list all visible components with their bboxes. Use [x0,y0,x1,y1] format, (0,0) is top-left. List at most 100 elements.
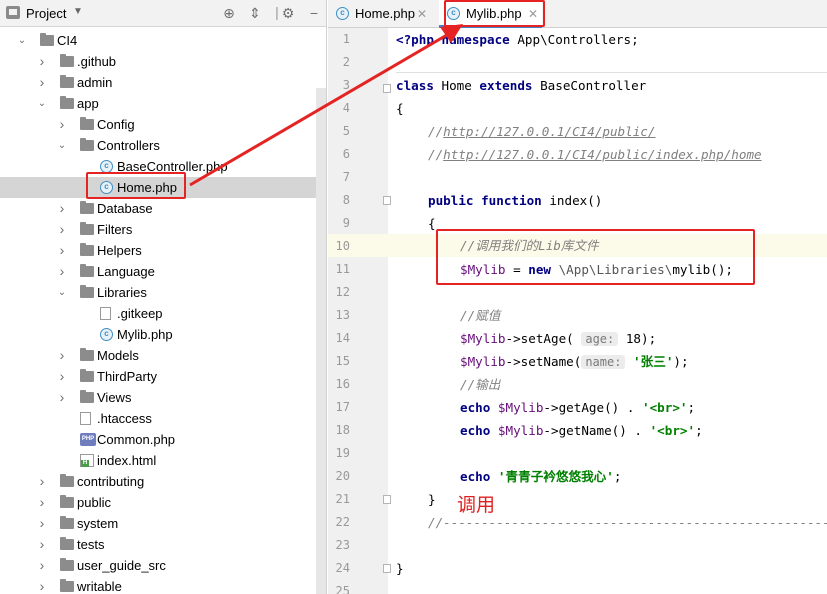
tree-item-models[interactable]: › Models [0,345,316,366]
gear-icon[interactable]: ⚙ [279,4,297,22]
tree-item-mylib-php[interactable]: c Mylib.php [0,324,316,345]
line-number: 13 [335,308,350,322]
folder-icon [40,33,54,46]
tree-item-database[interactable]: › Database [0,198,316,219]
line-number: 24 [335,561,350,575]
tree-item-htaccess[interactable]: .htaccess [0,408,316,429]
tree-item-gitkeep[interactable]: .gitkeep [0,303,316,324]
tree-item-ci4[interactable]: ⌄ CI4 [0,30,316,51]
tree-item-label: admin [77,75,113,90]
chevron-down-icon[interactable]: ⌄ [56,135,68,156]
code-line-14: $Mylib->setAge( age: 18); [460,331,657,346]
tree-item-thirdparty[interactable]: › ThirdParty [0,366,316,387]
tree-item-label: Helpers [97,243,142,258]
tree-item-label: public [77,495,111,510]
chevron-right-icon[interactable]: › [56,198,68,219]
chevron-right-icon[interactable]: › [36,534,48,555]
tree-item-public[interactable]: › public [0,492,316,513]
tree-item-helpers[interactable]: › Helpers [0,240,316,261]
fold-marker[interactable] [383,84,391,93]
tree-item-label: Models [97,348,139,363]
tree-item-github[interactable]: › .github [0,51,316,72]
tree-item-index-html[interactable]: index.html [0,450,316,471]
chevron-right-icon[interactable]: › [56,240,68,261]
line-number: 19 [335,446,350,460]
code-line-3: class Home extends BaseController [396,78,647,93]
code-line-18: echo $Mylib->getName() . '<br>'; [460,423,703,438]
folder-icon [60,558,74,571]
tree-item-views[interactable]: › Views [0,387,316,408]
fold-marker[interactable] [383,564,391,573]
git-file-icon [100,307,111,320]
code-line-8: public function index() [428,193,603,208]
chevron-down-icon[interactable]: ⌄ [16,30,28,51]
chevron-right-icon[interactable]: › [36,72,48,93]
chevron-down-icon[interactable]: ▼ [73,6,83,17]
chevron-right-icon[interactable]: › [36,576,48,594]
tree-item-filters[interactable]: › Filters [0,219,316,240]
tree-item-app[interactable]: ⌄ app [0,93,316,114]
chevron-right-icon[interactable]: › [56,114,68,135]
collapse-icon[interactable]: ⇕ [246,4,264,22]
folder-icon [60,474,74,487]
chevron-right-icon[interactable]: › [36,492,48,513]
code-area[interactable] [388,28,827,594]
tab-home-php[interactable]: c Home.php ✕ [328,0,429,28]
project-panel-title[interactable]: Project [26,6,66,21]
tree-item-config[interactable]: › Config [0,114,316,135]
folder-icon [80,243,94,256]
tree-item-libraries[interactable]: ⌄ Libraries [0,282,316,303]
chevron-down-icon[interactable]: ⌄ [56,282,68,303]
folder-icon [80,369,94,382]
close-icon[interactable]: ✕ [417,0,427,28]
tree-item-common-php[interactable]: PHP Common.php [0,429,316,450]
folder-icon [80,348,94,361]
tree-item-system[interactable]: › system [0,513,316,534]
tree-scrollbar[interactable] [316,88,326,594]
chevron-right-icon[interactable]: › [56,387,68,408]
tree-item-admin[interactable]: › admin [0,72,316,93]
html-file-icon [80,454,94,467]
line-number: 20 [335,469,350,483]
tab-label: Home.php [355,6,415,21]
fold-marker[interactable] [383,196,391,205]
line-number: 1 [342,32,350,46]
tree-item-label: CI4 [57,33,78,48]
chevron-right-icon[interactable]: › [36,555,48,576]
line-number: 25 [335,584,350,594]
tree-item-label: .gitkeep [117,306,163,321]
code-line-24: } [396,561,404,576]
highlight-box-home-php [86,172,186,199]
code-line-16: //输出 [460,377,501,392]
chevron-right-icon[interactable]: › [56,219,68,240]
code-line-20: echo '青青子衿悠悠我心'; [460,469,622,484]
tree-item-writable[interactable]: › writable [0,576,316,594]
tree-item-user-guide-src[interactable]: › user_guide_src [0,555,316,576]
line-number: 3 [342,78,350,92]
line-number: 18 [335,423,350,437]
folder-icon [80,264,94,277]
tree-item-label: Config [97,117,135,132]
target-icon[interactable]: ⊕ [220,4,238,22]
line-number: 16 [335,377,350,391]
line-number: 12 [335,285,350,299]
chevron-right-icon[interactable]: › [56,345,68,366]
tree-item-language[interactable]: › Language [0,261,316,282]
chevron-down-icon[interactable]: ⌄ [36,93,48,114]
tree-item-controllers[interactable]: ⌄ Controllers [0,135,316,156]
tree-item-contributing[interactable]: › contributing [0,471,316,492]
chevron-right-icon[interactable]: › [56,261,68,282]
code-line-13: //赋值 [460,308,501,323]
tree-item-tests[interactable]: › tests [0,534,316,555]
fold-marker[interactable] [383,495,391,504]
code-line-4: { [396,101,404,116]
folder-icon [80,285,94,298]
tree-item-label: Language [97,264,155,279]
chevron-right-icon[interactable]: › [36,471,48,492]
chevron-right-icon[interactable]: › [56,366,68,387]
minimize-icon[interactable]: − [305,4,323,22]
code-line-15: $Mylib->setName(name: '张三'); [460,354,689,369]
line-number: 22 [335,515,350,529]
chevron-right-icon[interactable]: › [36,513,48,534]
chevron-right-icon[interactable]: › [36,51,48,72]
